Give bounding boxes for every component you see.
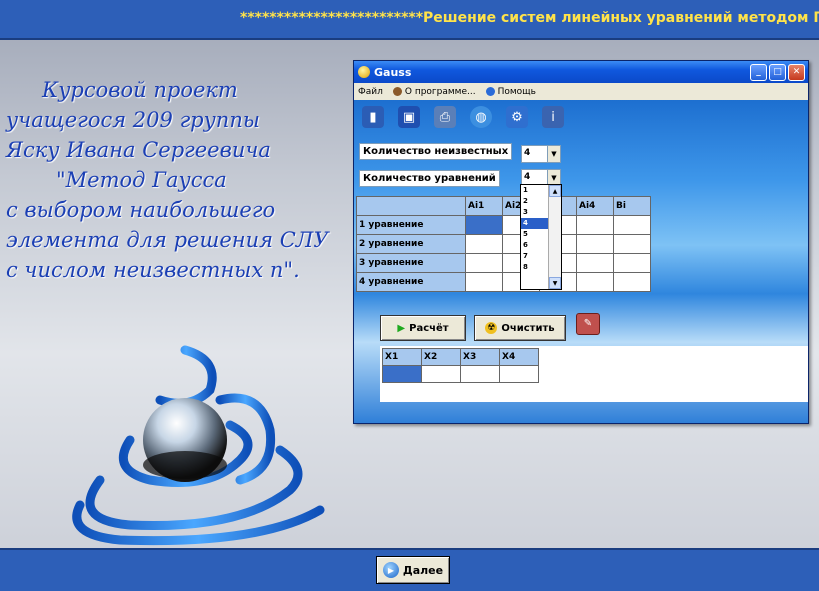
print-icon[interactable]: ⎙ [434, 106, 456, 128]
matrix-row-header: 4 уравнение [356, 272, 466, 292]
result-col-header: X4 [499, 348, 539, 366]
app-icon [358, 66, 370, 78]
window-titlebar: Gauss _ □ ✕ [354, 61, 808, 83]
settings-icon[interactable]: ⚙ [506, 106, 528, 128]
matrix-row-header: 3 уравнение [356, 253, 466, 273]
result-col-header: X2 [421, 348, 461, 366]
book-icon[interactable]: ▮ [362, 106, 384, 128]
globe-icon[interactable]: ◍ [470, 106, 492, 128]
matrix-col-header: Ai4 [576, 196, 614, 216]
intro-line: "Метод Гаусса [56, 168, 227, 192]
matrix-row-header: 1 уравнение [356, 215, 466, 235]
unknowns-label: Количество неизвестных [359, 143, 513, 160]
dropdown-scrollbar[interactable]: ▲ ▼ [548, 185, 561, 289]
intro-line: учащегося 209 группы [6, 108, 260, 132]
menu-about[interactable]: О программе... [392, 86, 476, 97]
result-cell[interactable] [421, 365, 461, 383]
result-cell[interactable] [460, 365, 500, 383]
window-body: ▮ ▣ ⎙ ◍ ⚙ i Количество неизвестных 4 ▼ К… [354, 100, 808, 423]
next-button[interactable]: ▶ Далее [376, 556, 450, 584]
matrix-cell[interactable] [465, 272, 503, 292]
intro-line: с числом неизвестных n". [6, 258, 300, 282]
matrix-cell[interactable] [576, 253, 614, 273]
chevron-down-icon[interactable]: ▼ [549, 277, 561, 289]
matrix-cell[interactable] [613, 253, 651, 273]
matrix-cell[interactable] [576, 215, 614, 235]
play-icon: ▶ [382, 562, 399, 578]
close-button[interactable]: ✕ [788, 63, 805, 81]
clear-label: Очистить [501, 322, 555, 334]
chevron-down-icon[interactable]: ▼ [547, 146, 560, 162]
spiral-ball-decoration [72, 345, 325, 546]
minimize-button[interactable]: _ [750, 63, 767, 81]
top-banner: *************************Решение систем … [0, 0, 819, 40]
calculate-label: Расчёт [409, 322, 449, 334]
person-icon [392, 87, 402, 96]
intro-line: с выбором наибольшего [6, 198, 276, 222]
clear-button[interactable]: ☢ Очистить [474, 315, 566, 341]
matrix-cell[interactable] [613, 234, 651, 254]
coefficient-matrix: Ai1 Ai2 Ai3 Ai4 Bi 1 уравнение 2 уравнен… [356, 196, 651, 292]
matrix-cell[interactable] [613, 215, 651, 235]
result-cell[interactable] [499, 365, 539, 383]
matrix-col-header: Ai1 [465, 196, 503, 216]
marquee-title: *************************Решение систем … [240, 10, 819, 26]
menu-help-label: Помощь [497, 86, 536, 97]
matrix-cell[interactable] [576, 234, 614, 254]
gauss-window: Gauss _ □ ✕ Файл О программе... Помощь ▮… [353, 60, 809, 424]
toolbar: ▮ ▣ ⎙ ◍ ⚙ i [362, 106, 564, 128]
menu-help[interactable]: Помощь [485, 86, 536, 97]
matrix-cell[interactable] [465, 253, 503, 273]
chevron-up-icon[interactable]: ▲ [549, 185, 561, 197]
matrix-cell[interactable] [576, 272, 614, 292]
matrix-col-header: Bi [613, 196, 651, 216]
menu-about-label: О программе... [404, 86, 476, 97]
intro-text: Курсовой проект учащегося 209 группы Яск… [6, 75, 366, 285]
intro-line: Курсовой проект [42, 78, 238, 102]
help-icon [485, 87, 495, 96]
unknowns-value: 4 [524, 148, 531, 158]
menu-bar: Файл О программе... Помощь [354, 83, 808, 100]
matrix-cell[interactable] [613, 272, 651, 292]
maximize-button[interactable]: □ [769, 63, 786, 81]
result-cell[interactable] [382, 365, 422, 383]
intro-line: Яску Ивана Сергеевича [6, 138, 271, 162]
next-label: Далее [402, 563, 444, 577]
matrix-corner [356, 196, 466, 216]
unknowns-select[interactable]: 4 ▼ [521, 145, 561, 163]
save-icon[interactable]: ▣ [398, 106, 420, 128]
radiation-icon: ☢ [485, 322, 498, 334]
bottom-bar: ▶ Далее [0, 548, 819, 591]
menu-file[interactable]: Файл [358, 87, 383, 97]
matrix-cell[interactable] [465, 234, 503, 254]
info-icon[interactable]: i [542, 106, 564, 128]
result-table: X1 X2 X3 X4 [382, 348, 539, 383]
intro-line: элемента для решения СЛУ [6, 228, 329, 252]
play-icon: ▶ [397, 322, 406, 334]
matrix-cell[interactable] [465, 215, 503, 235]
matrix-row-header: 2 уравнение [356, 234, 466, 254]
window-title: Gauss [374, 65, 412, 79]
equations-dropdown-list[interactable]: 1 2 3 4 5 6 7 8 ▲ ▼ [520, 184, 562, 290]
equations-label: Количество уравнений [359, 170, 500, 187]
equations-value: 4 [524, 172, 531, 182]
eraser-icon[interactable]: ✎ [576, 313, 600, 335]
result-col-header: X1 [382, 348, 422, 366]
calculate-button[interactable]: ▶ Расчёт [380, 315, 466, 341]
result-col-header: X3 [460, 348, 500, 366]
